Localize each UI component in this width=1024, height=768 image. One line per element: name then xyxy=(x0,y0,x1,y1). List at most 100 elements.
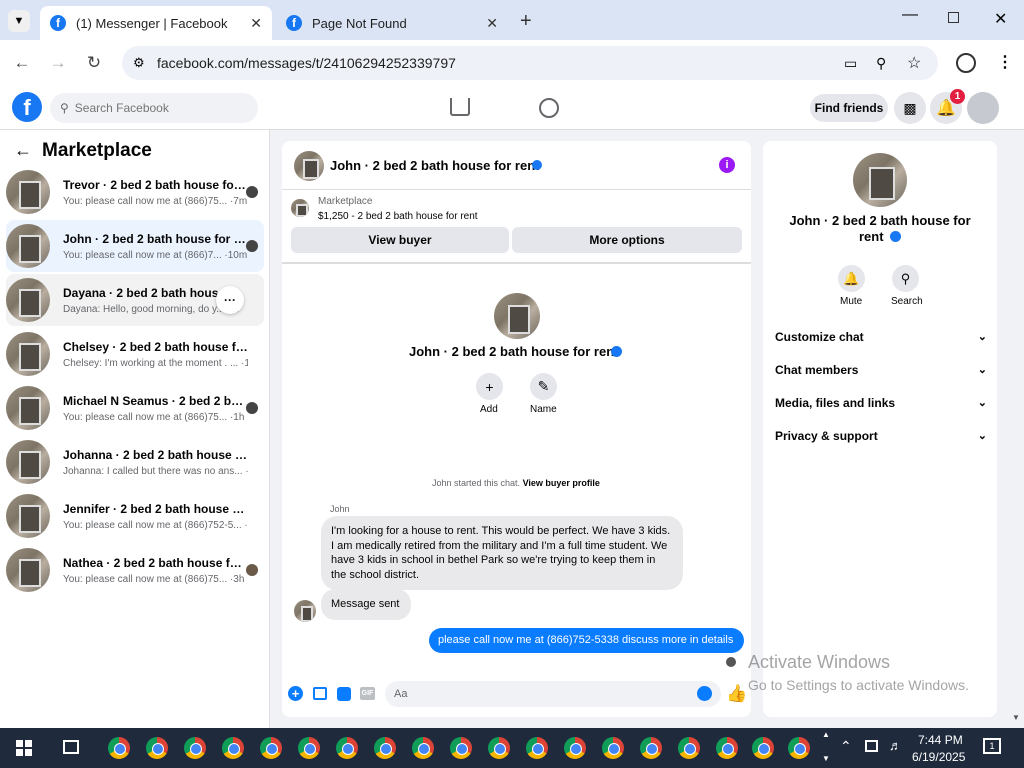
menu-grid-button[interactable]: ▩ xyxy=(894,92,926,124)
url-text[interactable]: facebook.com/messages/t/2410629425233979… xyxy=(157,55,456,71)
site-info-icon[interactable]: ⚙ xyxy=(133,55,145,71)
chrome-taskbar-icon[interactable] xyxy=(450,737,472,759)
chrome-taskbar-icon[interactable] xyxy=(146,737,168,759)
info-icon[interactable]: i xyxy=(719,157,735,173)
chrome-taskbar-icon[interactable] xyxy=(564,737,586,759)
conversation-item[interactable]: Chelsey · 2 bed 2 bath house for r... Che… xyxy=(6,328,264,380)
home-icon[interactable] xyxy=(450,98,470,116)
privacy-support-section[interactable]: Privacy & support ⌄ xyxy=(775,429,987,443)
conversation-item[interactable]: Michael N Seamus · 2 bed 2 bat... You: pl… xyxy=(6,382,264,434)
close-tab-icon[interactable]: ✕ xyxy=(250,15,262,32)
message-input[interactable]: Aa xyxy=(385,681,721,707)
task-view-icon[interactable] xyxy=(63,740,79,754)
taskbar-scroll-down[interactable]: ▼ xyxy=(822,754,830,763)
tab-search-button[interactable]: ▼ xyxy=(8,10,30,32)
chrome-menu-icon[interactable]: ⋮ xyxy=(997,52,1013,72)
scroll-down-arrow[interactable]: ▼ xyxy=(1012,713,1020,722)
profile-name: John · 2 bed 2 bath house for rent xyxy=(409,344,619,359)
customize-chat-section[interactable]: Customize chat ⌄ xyxy=(775,330,987,344)
conversation-item[interactable]: John · 2 bed 2 bath house for rent You: p… xyxy=(6,220,264,272)
start-icon[interactable] xyxy=(16,740,32,756)
tab-page-not-found[interactable]: f Page Not Found ✕ xyxy=(276,6,508,40)
conversation-item[interactable]: Trevor · 2 bed 2 bath house for r... You:… xyxy=(6,166,264,218)
emoji-icon[interactable] xyxy=(697,686,712,701)
chrome-taskbar-icon[interactable] xyxy=(602,737,624,759)
chrome-taskbar-icon[interactable] xyxy=(488,737,510,759)
search-chat-icon[interactable]: ⚲ xyxy=(892,265,919,292)
forward-icon[interactable]: → xyxy=(47,52,69,74)
conversation-item[interactable]: Nathea · 2 bed 2 bath house for... You: p… xyxy=(6,544,264,596)
view-buyer-profile-link[interactable]: View buyer profile xyxy=(523,478,600,488)
profile-icon[interactable] xyxy=(956,53,976,73)
clock-time[interactable]: 7:44 PM xyxy=(918,733,963,747)
chrome-taskbar-icon[interactable] xyxy=(752,737,774,759)
network-icon[interactable] xyxy=(865,740,878,752)
zoom-icon[interactable]: ⚲ xyxy=(876,55,886,72)
mute-icon[interactable]: 🔔 xyxy=(838,265,865,292)
avatar xyxy=(6,278,50,322)
more-options-button[interactable]: More options xyxy=(512,227,742,253)
close-window-button[interactable]: ✕ xyxy=(994,9,1007,29)
add-person-icon[interactable]: + xyxy=(476,373,503,400)
section-label: Customize chat xyxy=(775,330,864,344)
chat-members-section[interactable]: Chat members ⌄ xyxy=(775,363,987,377)
plus-icon[interactable]: + xyxy=(288,686,303,701)
profile-avatar[interactable] xyxy=(494,293,540,339)
chrome-taskbar-icon[interactable] xyxy=(184,737,206,759)
clock-date[interactable]: 6/19/2025 xyxy=(912,750,965,764)
verified-icon xyxy=(889,231,901,242)
chrome-taskbar-icon[interactable] xyxy=(108,737,130,759)
conversation-item[interactable]: Dayana · 2 bed 2 bath house fo... Dayana:… xyxy=(6,274,264,326)
tab-messenger[interactable]: f (1) Messenger | Facebook ✕ xyxy=(40,6,272,40)
minimize-button[interactable]: — xyxy=(902,6,918,24)
gif-icon[interactable]: GIF xyxy=(360,687,375,700)
new-tab-button[interactable]: + xyxy=(520,10,532,33)
chrome-taskbar-icon[interactable] xyxy=(374,737,396,759)
chat-title[interactable]: John · 2 bed 2 bath house for rent xyxy=(330,158,539,173)
like-icon[interactable]: 👍 xyxy=(726,684,747,704)
chrome-taskbar-icon[interactable] xyxy=(412,737,434,759)
read-receipt-avatar xyxy=(246,402,258,414)
chrome-taskbar-icon[interactable] xyxy=(298,737,320,759)
more-options-icon[interactable]: ··· xyxy=(216,286,244,314)
info-avatar[interactable] xyxy=(853,153,907,207)
chrome-taskbar-icon[interactable] xyxy=(716,737,738,759)
install-app-icon[interactable]: ▭ xyxy=(844,55,857,72)
taskbar-scroll-up[interactable]: ▲ xyxy=(822,730,830,739)
reload-icon[interactable]: ↻ xyxy=(83,52,105,74)
chat-header-avatar[interactable] xyxy=(294,151,324,181)
chrome-taskbar-icon[interactable] xyxy=(260,737,282,759)
find-friends-button[interactable]: Find friends xyxy=(810,94,888,122)
tray-chevron-icon[interactable]: ⌃ xyxy=(840,738,852,755)
volume-icon[interactable]: ♬ xyxy=(889,738,902,753)
groups-icon[interactable] xyxy=(539,98,559,118)
listing-thumbnail[interactable] xyxy=(291,199,309,217)
chrome-taskbar-icon[interactable] xyxy=(788,737,810,759)
photo-icon[interactable] xyxy=(313,687,327,700)
restore-button[interactable] xyxy=(948,12,959,23)
back-arrow-icon[interactable]: ← xyxy=(14,140,32,161)
view-buyer-button[interactable]: View buyer xyxy=(291,227,509,253)
chrome-taskbar-icon[interactable] xyxy=(336,737,358,759)
chrome-taskbar-icon[interactable] xyxy=(222,737,244,759)
chrome-taskbar-icon[interactable] xyxy=(640,737,662,759)
address-bar[interactable]: ⚙ facebook.com/messages/t/24106294252339… xyxy=(122,46,938,80)
chrome-taskbar-icon[interactable] xyxy=(526,737,548,759)
edit-name-icon[interactable]: ✎ xyxy=(530,373,557,400)
tab-title: Page Not Found xyxy=(312,15,407,31)
search-input[interactable] xyxy=(74,101,235,115)
close-tab-icon[interactable]: ✕ xyxy=(486,15,498,32)
conversation-title: Johanna · 2 bed 2 bath house for r... xyxy=(63,447,248,462)
notification-center-icon[interactable]: 1 xyxy=(983,738,1001,754)
conversation-item[interactable]: Johanna · 2 bed 2 bath house for r... Joh… xyxy=(6,436,264,488)
facebook-logo[interactable]: f xyxy=(12,92,42,122)
avatar xyxy=(6,440,50,484)
facebook-search[interactable]: ⚲ xyxy=(50,93,258,123)
chrome-taskbar-icon[interactable] xyxy=(678,737,700,759)
media-files-links-section[interactable]: Media, files and links ⌄ xyxy=(775,396,987,410)
back-icon[interactable]: ← xyxy=(11,52,33,74)
bookmark-star-icon[interactable]: ☆ xyxy=(907,53,921,73)
account-avatar[interactable] xyxy=(967,92,999,124)
sticker-icon[interactable] xyxy=(337,687,351,701)
conversation-item[interactable]: Jennifer · 2 bed 2 bath house for r... Yo… xyxy=(6,490,264,542)
